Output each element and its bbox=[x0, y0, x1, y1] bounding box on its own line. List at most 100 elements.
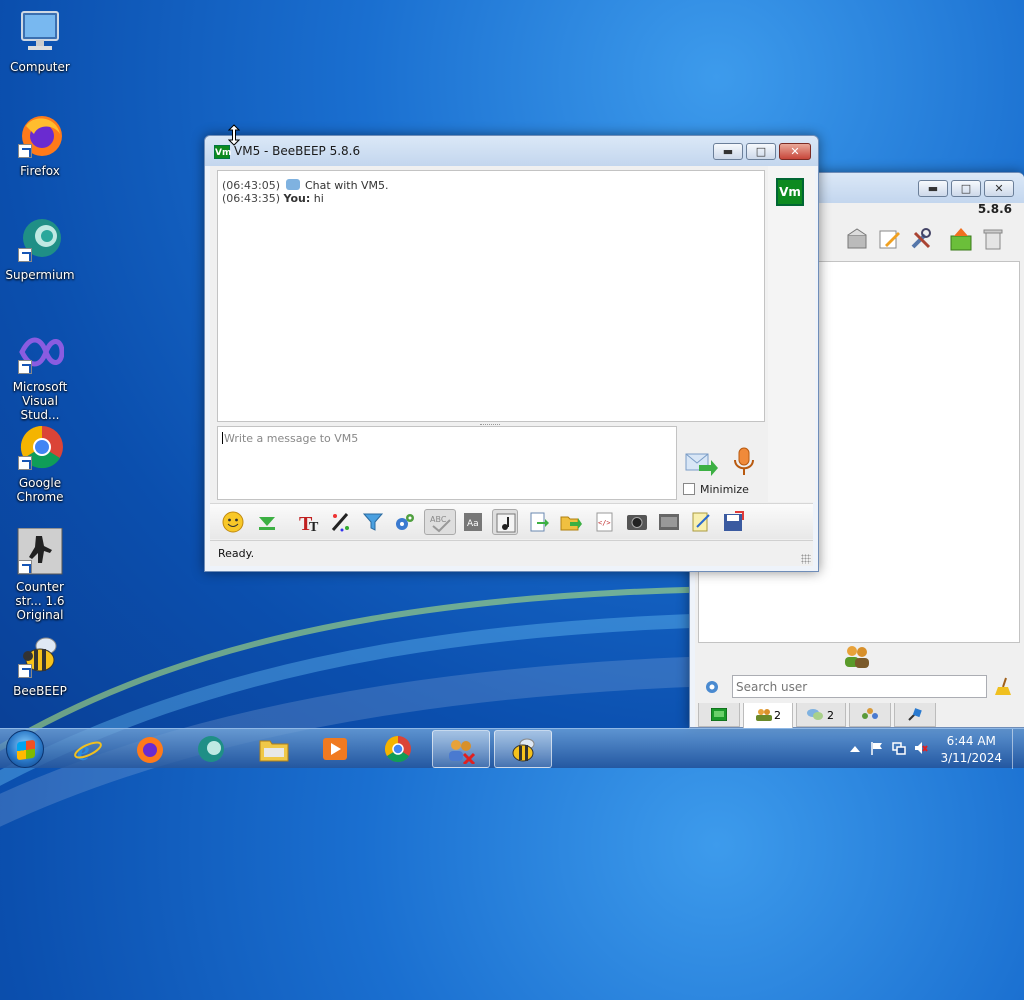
internet-explorer-icon: e bbox=[74, 736, 102, 763]
show-more-button[interactable] bbox=[254, 509, 280, 535]
shortcut-arrow-icon bbox=[18, 560, 32, 574]
save-chat-button[interactable] bbox=[526, 509, 552, 535]
media-player-icon bbox=[323, 738, 347, 760]
chat-window-titlebar[interactable]: Vm VM5 - BeeBEEP 5.8.6 ▬ □ ✕ bbox=[205, 136, 818, 166]
message-time: (06:43:35) bbox=[222, 192, 280, 205]
trash-icon[interactable] bbox=[981, 227, 1005, 251]
desktop-icon-firefox[interactable]: Firefox bbox=[0, 112, 80, 178]
chat-history[interactable]: (06:43:05) Chat with VM5. (06:43:35) You… bbox=[217, 170, 765, 422]
desktop-icon-visual-studio[interactable]: Microsoft Visual Stud... bbox=[0, 328, 80, 422]
settings-button[interactable] bbox=[392, 509, 418, 535]
chrome-icon bbox=[384, 735, 411, 763]
save-button[interactable] bbox=[720, 509, 746, 535]
html-icon: </> bbox=[596, 512, 613, 532]
tab-groups[interactable] bbox=[849, 703, 891, 727]
main-tabs: 2 2 bbox=[698, 703, 1020, 729]
maximize-button[interactable]: □ bbox=[951, 180, 981, 197]
chat-bubble-icon bbox=[285, 179, 300, 190]
users-count: 2 bbox=[774, 709, 781, 722]
close-button[interactable]: ✕ bbox=[984, 180, 1014, 197]
close-button[interactable]: ✕ bbox=[779, 143, 811, 160]
chat-bubbles-icon bbox=[807, 709, 823, 720]
resize-grip[interactable] bbox=[801, 554, 811, 564]
action-center-flag-icon[interactable] bbox=[870, 741, 884, 755]
desktop-icon-computer[interactable]: Computer bbox=[0, 8, 80, 74]
notes-button[interactable] bbox=[688, 509, 714, 535]
shortcut-arrow-icon bbox=[18, 456, 32, 470]
desktop-icon-label: Firefox bbox=[20, 164, 60, 178]
html-button[interactable]: </> bbox=[592, 509, 618, 535]
shortcut-arrow-icon bbox=[18, 248, 32, 262]
smiley-icon bbox=[222, 511, 244, 533]
edit-note-icon[interactable] bbox=[877, 227, 901, 251]
tools-icon[interactable] bbox=[909, 227, 933, 251]
taskbar-network-users[interactable] bbox=[432, 730, 490, 768]
font-color-button[interactable] bbox=[328, 509, 354, 535]
minimize-button[interactable]: ▬ bbox=[918, 180, 948, 197]
vm-title-icon: Vm bbox=[214, 145, 231, 159]
taskbar-media-player[interactable] bbox=[306, 730, 364, 768]
minimize-checkbox[interactable] bbox=[683, 483, 695, 495]
desktop-icon-counter-strike[interactable]: Counter str... 1.6 Original bbox=[0, 527, 80, 622]
participants-panel bbox=[768, 166, 815, 502]
search-options-icon[interactable] bbox=[704, 679, 720, 695]
users-icon bbox=[756, 709, 772, 721]
tab-users[interactable]: 2 bbox=[743, 703, 793, 729]
filter-button[interactable] bbox=[360, 509, 386, 535]
message-input[interactable]: Write a message to VM5 bbox=[217, 426, 677, 500]
font-button[interactable]: TT bbox=[296, 509, 322, 535]
taskbar-internet-explorer[interactable]: e bbox=[60, 730, 118, 768]
film-icon bbox=[659, 514, 679, 530]
taskbar-supermium[interactable] bbox=[182, 730, 240, 768]
show-hidden-icons-icon[interactable] bbox=[848, 742, 862, 756]
clock[interactable]: 6:44 AM 3/11/2024 bbox=[940, 733, 1002, 767]
music-note-icon bbox=[496, 513, 516, 533]
desktop-icon-label: Microsoft Visual Stud... bbox=[12, 380, 68, 422]
show-desktop-button[interactable] bbox=[1012, 729, 1024, 769]
network-icon[interactable] bbox=[892, 741, 906, 755]
clock-time: 6:44 AM bbox=[946, 734, 996, 748]
mailbox-icon[interactable] bbox=[845, 227, 869, 251]
chat-toolbar: TT ABC Aa </> bbox=[210, 503, 813, 539]
folder-send-icon bbox=[560, 516, 582, 531]
text-style-button[interactable]: Aa bbox=[460, 509, 486, 535]
search-user-input[interactable] bbox=[732, 675, 987, 698]
status-text: Ready. bbox=[218, 547, 255, 560]
start-button[interactable] bbox=[6, 730, 44, 768]
minimize-checkbox-row[interactable]: Minimize bbox=[683, 483, 749, 496]
emoticons-button[interactable] bbox=[220, 509, 246, 535]
color-pen-icon bbox=[331, 513, 349, 532]
volume-muted-icon[interactable] bbox=[914, 741, 928, 755]
avatar[interactable]: Vm bbox=[776, 178, 804, 206]
update-icon[interactable] bbox=[949, 227, 973, 251]
message-text: Chat with VM5. bbox=[305, 179, 389, 192]
clear-search-icon[interactable] bbox=[994, 677, 1012, 695]
tab-computers[interactable] bbox=[698, 703, 740, 727]
desktop-icon-label: Supermium bbox=[5, 268, 75, 282]
taskbar-file-explorer[interactable] bbox=[245, 730, 303, 768]
screenshot-button[interactable] bbox=[624, 509, 650, 535]
desktop-icon-chrome[interactable]: Google Chrome bbox=[0, 424, 80, 504]
taskbar-firefox[interactable] bbox=[121, 730, 179, 768]
chat-window[interactable]: Vm VM5 - BeeBEEP 5.8.6 ▬ □ ✕ (06:43:05) … bbox=[204, 135, 819, 572]
taskbar-chrome[interactable] bbox=[369, 730, 427, 768]
text-style-icon: Aa bbox=[464, 513, 482, 531]
video-button[interactable] bbox=[656, 509, 682, 535]
tab-chats[interactable]: 2 bbox=[796, 703, 846, 727]
send-folder-button[interactable] bbox=[558, 509, 584, 535]
resize-cursor-icon bbox=[228, 124, 240, 146]
desktop-icon-beebeep[interactable]: BeeBEEP bbox=[0, 632, 80, 698]
status-bar: Ready. bbox=[210, 540, 813, 566]
spellcheck-button[interactable]: ABC bbox=[424, 509, 456, 535]
groups-icon bbox=[862, 708, 878, 719]
tab-pinned[interactable] bbox=[894, 703, 936, 727]
supermium-icon bbox=[198, 736, 224, 762]
desktop-icon-supermium[interactable]: Supermium bbox=[0, 216, 80, 282]
taskbar-beebeep[interactable] bbox=[494, 730, 552, 768]
maximize-button[interactable]: □ bbox=[746, 143, 776, 160]
microphone-icon[interactable] bbox=[732, 447, 756, 477]
minimize-button[interactable]: ▬ bbox=[713, 143, 743, 160]
sound-notification-button[interactable] bbox=[492, 509, 518, 535]
beebeep-icon bbox=[512, 738, 535, 762]
send-icon[interactable] bbox=[685, 451, 719, 477]
